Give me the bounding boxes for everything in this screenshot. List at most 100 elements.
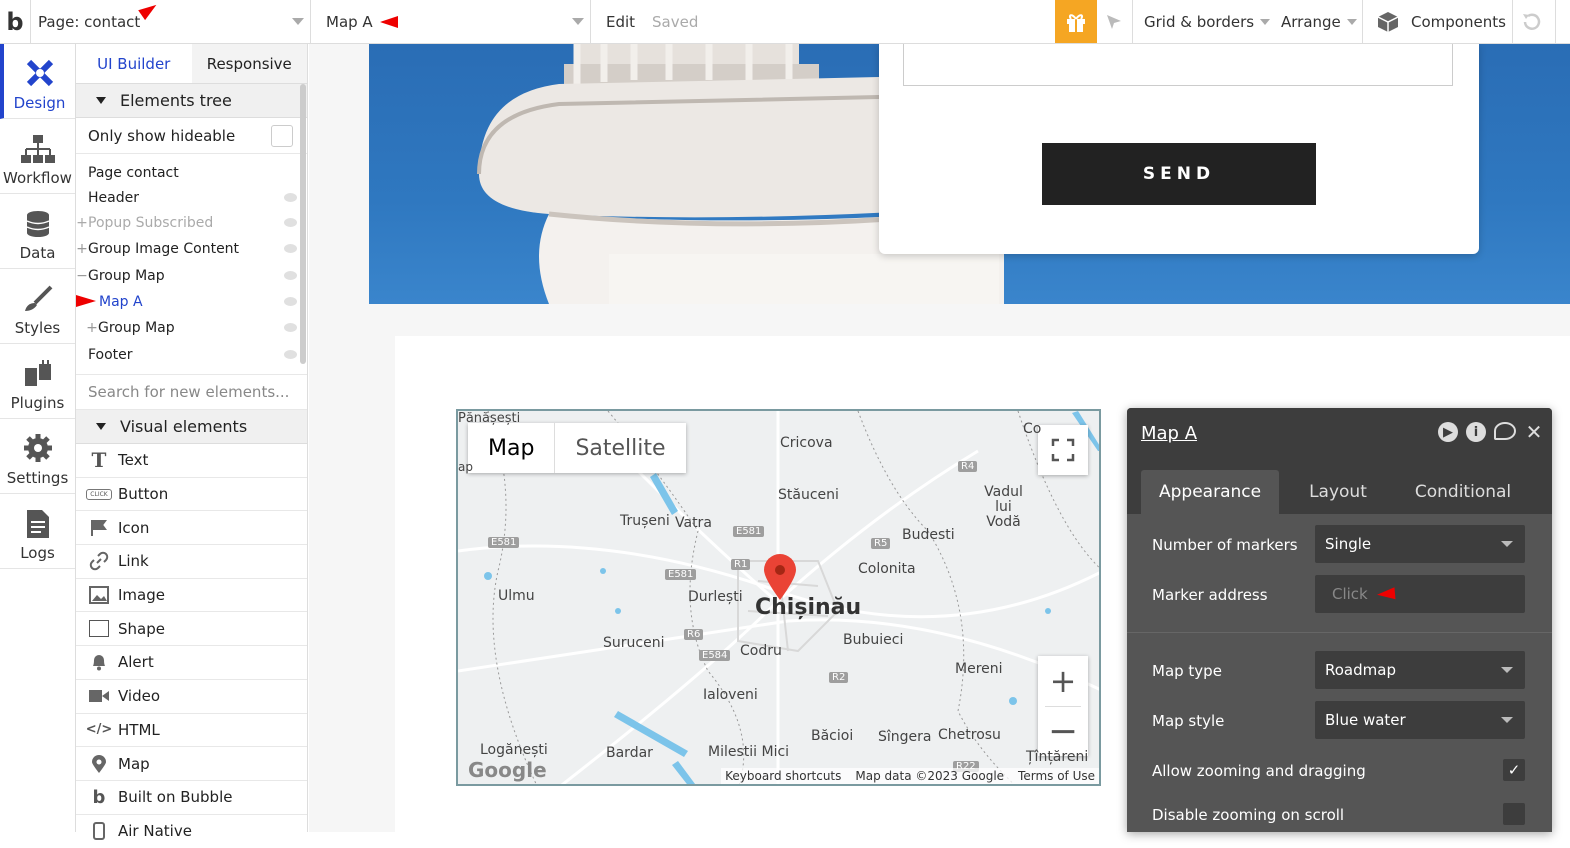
components-button[interactable]: Components: [1376, 0, 1506, 43]
map-style-select[interactable]: Blue water: [1315, 701, 1525, 739]
element-alert[interactable]: Alert: [76, 646, 307, 680]
tree-item[interactable]: Page contact: [76, 160, 307, 185]
link-icon: [88, 551, 110, 571]
tab-responsive[interactable]: Responsive: [191, 44, 307, 83]
map-type-satellite-button[interactable]: Satellite: [555, 423, 685, 473]
panel-scrollbar[interactable]: [300, 84, 306, 364]
element-image[interactable]: Image: [76, 579, 307, 613]
nav-data[interactable]: Data: [0, 194, 75, 269]
zoom-in-button[interactable]: +: [1050, 656, 1077, 706]
message-input[interactable]: [903, 44, 1453, 86]
tree-item-selected[interactable]: Map A: [76, 289, 307, 314]
road-badge: R2: [829, 672, 849, 683]
property-editor-title[interactable]: Map A: [1141, 423, 1197, 444]
element-shape[interactable]: Shape: [76, 612, 307, 647]
gift-icon[interactable]: [1055, 0, 1097, 43]
element-video[interactable]: Video: [76, 680, 307, 714]
road-badge: E581: [488, 537, 520, 548]
workflow-icon: [20, 135, 55, 163]
map-label: Ialoveni: [703, 687, 758, 703]
property-editor-header[interactable]: Map A ▶ i ✕: [1127, 408, 1552, 458]
marker-address-input[interactable]: Click: [1315, 575, 1525, 613]
search-elements-input[interactable]: Search for new elements...: [76, 374, 307, 410]
eye-icon[interactable]: [284, 350, 297, 359]
tree-item[interactable]: + Group Image Content: [76, 235, 307, 262]
undo-icon[interactable]: [1520, 0, 1542, 43]
map-label: Ulmu: [498, 588, 535, 604]
map-label: Țînțăreni: [1026, 749, 1089, 765]
comment-icon[interactable]: [1494, 422, 1516, 440]
gear-icon: [23, 434, 52, 462]
eye-icon[interactable]: [284, 297, 297, 306]
element-html[interactable]: </> HTML: [76, 714, 307, 748]
eye-icon[interactable]: [284, 193, 297, 202]
terms-link[interactable]: Terms of Use: [1018, 769, 1095, 783]
eye-icon[interactable]: [284, 218, 297, 227]
page-select[interactable]: Page: contact: [30, 0, 310, 43]
arrange-menu[interactable]: Arrange: [1281, 0, 1357, 43]
send-button[interactable]: SEND: [1042, 143, 1316, 205]
info-icon[interactable]: i: [1466, 422, 1486, 442]
map-type-map-button[interactable]: Map: [468, 423, 554, 473]
play-icon[interactable]: ▶: [1438, 422, 1458, 442]
disable-zooming-scroll-checkbox[interactable]: [1503, 803, 1525, 825]
element-link[interactable]: Link: [76, 545, 307, 579]
element-text[interactable]: T Text: [76, 444, 307, 478]
map-a[interactable]: Map Satellite + − Pănășești Cricova Stău…: [456, 409, 1101, 786]
nav-plugins[interactable]: Plugins: [0, 344, 75, 419]
element-built-on-bubble[interactable]: b Built on Bubble: [76, 781, 307, 815]
nav-styles[interactable]: Styles: [0, 269, 75, 344]
cursor-icon[interactable]: [1105, 0, 1123, 43]
fullscreen-icon[interactable]: [1038, 425, 1088, 475]
road-badge: R1: [731, 559, 751, 570]
expand-icon[interactable]: +: [76, 215, 88, 231]
tab-appearance[interactable]: Appearance: [1141, 470, 1280, 514]
map-label: Chetrosu: [938, 727, 1001, 743]
nav-design[interactable]: Design: [0, 44, 75, 119]
map-city-label: Chișinău: [755, 595, 862, 620]
grid-borders-menu[interactable]: Grid & borders: [1144, 0, 1271, 43]
expand-icon[interactable]: +: [76, 241, 88, 257]
element-icon[interactable]: Icon: [76, 511, 307, 546]
tab-ui-builder[interactable]: UI Builder: [76, 44, 192, 83]
map-data-text: Map data ©2023 Google: [855, 769, 1005, 783]
elements-tree-header[interactable]: Elements tree: [76, 84, 307, 118]
visual-elements-list: T Text CLICK Button Icon Link Image Shape …: [76, 444, 307, 848]
expand-icon[interactable]: +: [86, 320, 98, 336]
close-icon[interactable]: ✕: [1524, 420, 1544, 444]
tree-item[interactable]: Header: [76, 185, 307, 210]
map-marker-icon[interactable]: [764, 554, 796, 600]
nav-workflow[interactable]: Workflow: [0, 119, 75, 194]
eye-icon[interactable]: [284, 271, 297, 280]
tree-item[interactable]: + Group Map: [76, 314, 307, 341]
only-show-hideable-checkbox[interactable]: [271, 124, 293, 147]
nav-logs[interactable]: Logs: [0, 494, 75, 569]
element-map[interactable]: Map: [76, 747, 307, 781]
visual-elements-header[interactable]: Visual elements: [76, 410, 307, 444]
divider: [1127, 632, 1552, 633]
tree-item[interactable]: Footer: [76, 341, 307, 368]
map-type-select[interactable]: Roadmap: [1315, 651, 1525, 689]
contact-form-card: SEND: [879, 44, 1479, 254]
edit-menu[interactable]: Edit: [606, 0, 635, 43]
element-air-native[interactable]: Air Native: [76, 815, 307, 848]
eye-icon[interactable]: [284, 323, 297, 332]
top-toolbar: b Page: contact Map A Edit Saved Grid & …: [0, 0, 1570, 44]
eye-icon[interactable]: [284, 244, 297, 253]
chevron-down-icon: [1501, 667, 1513, 673]
tree-item[interactable]: − Group Map: [76, 262, 307, 289]
tree-item[interactable]: + Popup Subscribed: [76, 210, 307, 235]
map-style-label: Map style: [1152, 712, 1225, 730]
bubble-logo-icon[interactable]: b: [0, 0, 30, 43]
tab-conditional[interactable]: Conditional: [1397, 470, 1529, 514]
number-of-markers-select[interactable]: Single: [1315, 525, 1525, 563]
tab-layout[interactable]: Layout: [1291, 470, 1385, 514]
element-button[interactable]: CLICK Button: [76, 478, 307, 512]
keyboard-shortcuts-link[interactable]: Keyboard shortcuts: [725, 769, 841, 783]
collapse-icon[interactable]: −: [76, 268, 88, 284]
allow-zooming-checkbox[interactable]: ✓: [1503, 759, 1525, 781]
element-select[interactable]: Map A: [310, 0, 590, 43]
elements-tree: Page contact Header + Popup Subscribed + G…: [76, 154, 307, 368]
page-select-label: Page: contact: [38, 12, 141, 31]
nav-settings[interactable]: Settings: [0, 419, 75, 494]
